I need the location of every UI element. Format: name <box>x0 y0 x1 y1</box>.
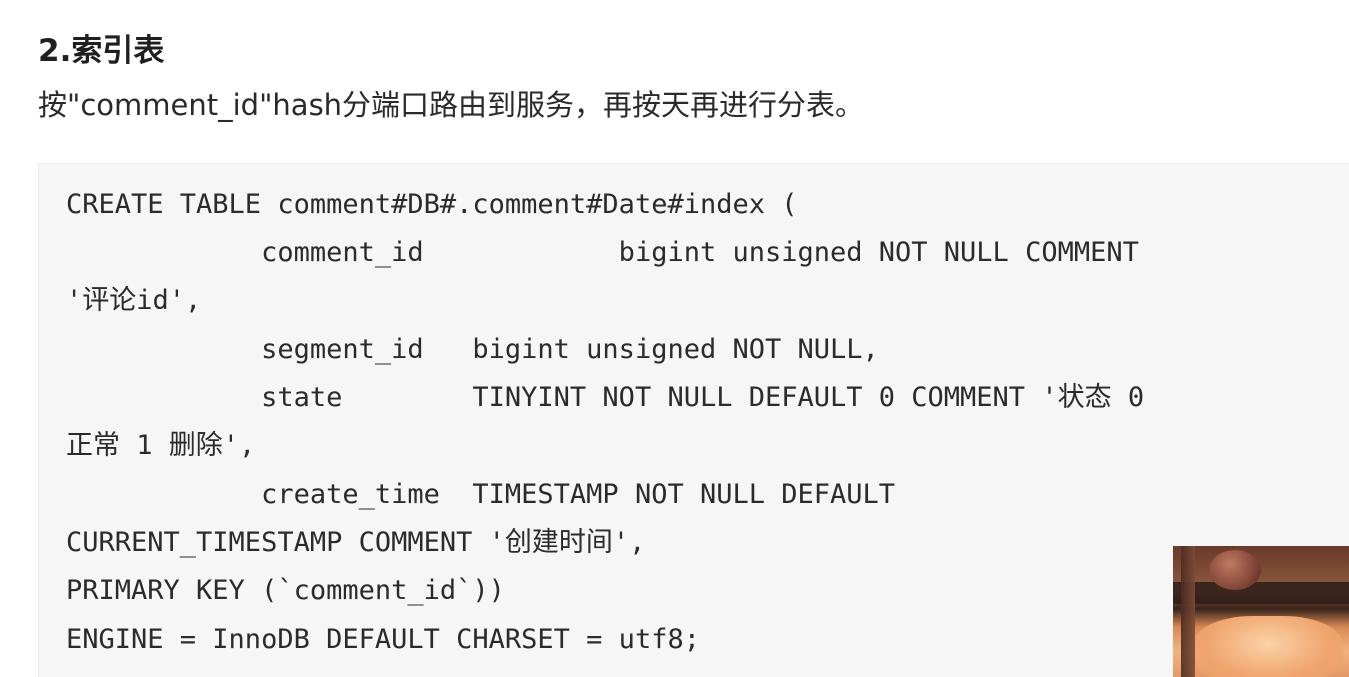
section-description: 按"comment_id"hash分端口路由到服务，再按天再进行分表。 <box>38 88 865 122</box>
thumbnail-shelf <box>1173 582 1349 604</box>
code-line: 正常 1 删除', <box>66 430 256 461</box>
code-line: CREATE TABLE comment#DB#.comment#Date#in… <box>66 189 798 220</box>
section-heading: 2.索引表 <box>38 33 165 69</box>
thumbnail-post <box>1181 546 1195 677</box>
sql-code-block: CREATE TABLE comment#DB#.comment#Date#in… <box>38 163 1349 677</box>
code-line: create_time TIMESTAMP NOT NULL DEFAULT <box>66 479 896 510</box>
thumbnail-light-glow <box>1193 616 1343 677</box>
document-page: 2.索引表 按"comment_id"hash分端口路由到服务，再按天再进行分表… <box>0 0 1349 677</box>
code-line: PRIMARY KEY (`comment_id`)) <box>66 575 505 606</box>
code-line: state TINYINT NOT NULL DEFAULT 0 COMMENT… <box>66 382 1145 413</box>
code-line: CURRENT_TIMESTAMP COMMENT '创建时间', <box>66 527 646 558</box>
code-line: comment_id bigint unsigned NOT NULL COMM… <box>66 237 1139 268</box>
thumbnail-object <box>1209 550 1261 590</box>
webcam-thumbnail[interactable] <box>1173 546 1349 677</box>
code-line: segment_id bigint unsigned NOT NULL, <box>66 334 879 365</box>
code-line: '评论id', <box>66 285 202 316</box>
code-line: ENGINE = InnoDB DEFAULT CHARSET = utf8; <box>66 624 700 655</box>
